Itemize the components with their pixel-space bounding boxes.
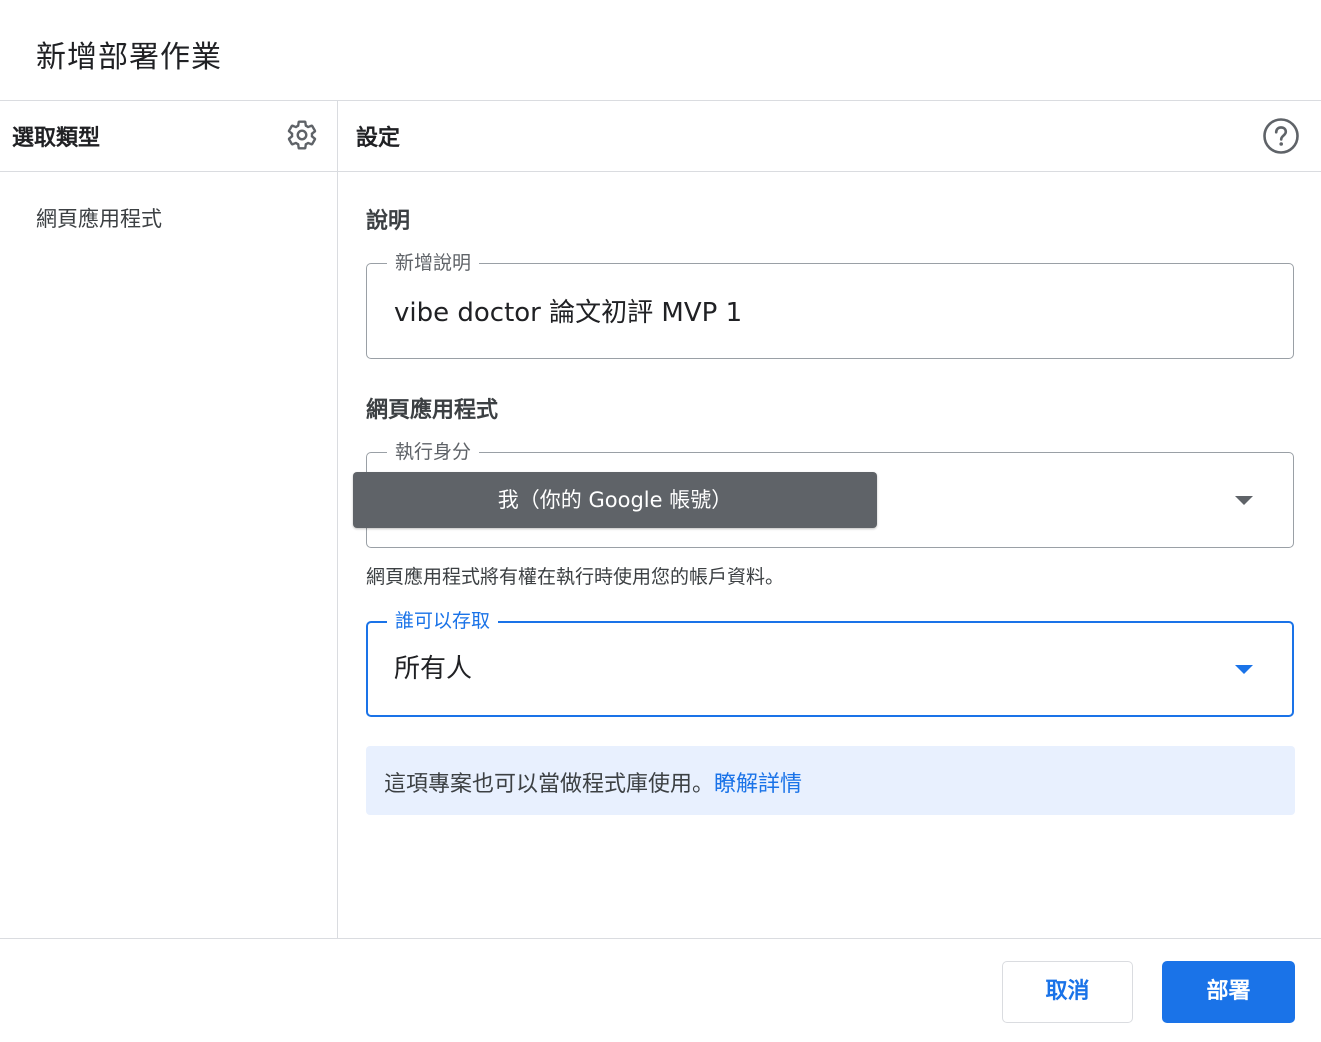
help-icon[interactable] [1262,117,1300,155]
web-app-section-title: 網頁應用程式 [366,398,499,423]
deploy-button[interactable]: 部署 [1162,961,1295,1023]
library-info-text: 這項專案也可以當做程式庫使用。瞭解詳情 [384,766,802,798]
description-section-title: 說明 [366,209,411,234]
execute-as-helper-text: 網頁應用程式將有權在執行時使用您的帳戶資料。 [366,566,785,588]
gear-icon[interactable] [286,119,318,151]
settings-heading: 設定 [356,126,401,151]
chevron-down-icon [1235,496,1253,505]
dialog-title: 新增部署作業 [36,40,222,75]
chevron-down-icon [1235,665,1253,674]
who-has-access-select[interactable]: 誰可以存取 所有人 [366,608,1294,717]
select-type-heading: 選取類型 [12,126,101,151]
execute-as-tooltip: 我（你的 Google 帳號） [353,472,877,528]
execute-as-label: 執行身分 [387,439,480,465]
description-field[interactable]: 新增說明 [366,250,1294,359]
header-divider [0,171,1321,172]
learn-more-link[interactable]: 瞭解詳情 [714,772,802,797]
who-has-access-label: 誰可以存取 [387,608,499,634]
description-field-label: 新增說明 [387,250,480,276]
cancel-button[interactable]: 取消 [1002,961,1133,1023]
footer-divider [0,938,1321,939]
library-info-banner: 這項專案也可以當做程式庫使用。瞭解詳情 [366,746,1295,815]
library-info-message: 這項專案也可以當做程式庫使用。 [384,772,715,797]
type-item-web-app[interactable]: 網頁應用程式 [36,203,162,233]
panel-divider [337,101,338,938]
title-divider [0,100,1321,101]
who-has-access-value: 所有人 [394,654,473,684]
description-input[interactable] [394,296,1254,330]
